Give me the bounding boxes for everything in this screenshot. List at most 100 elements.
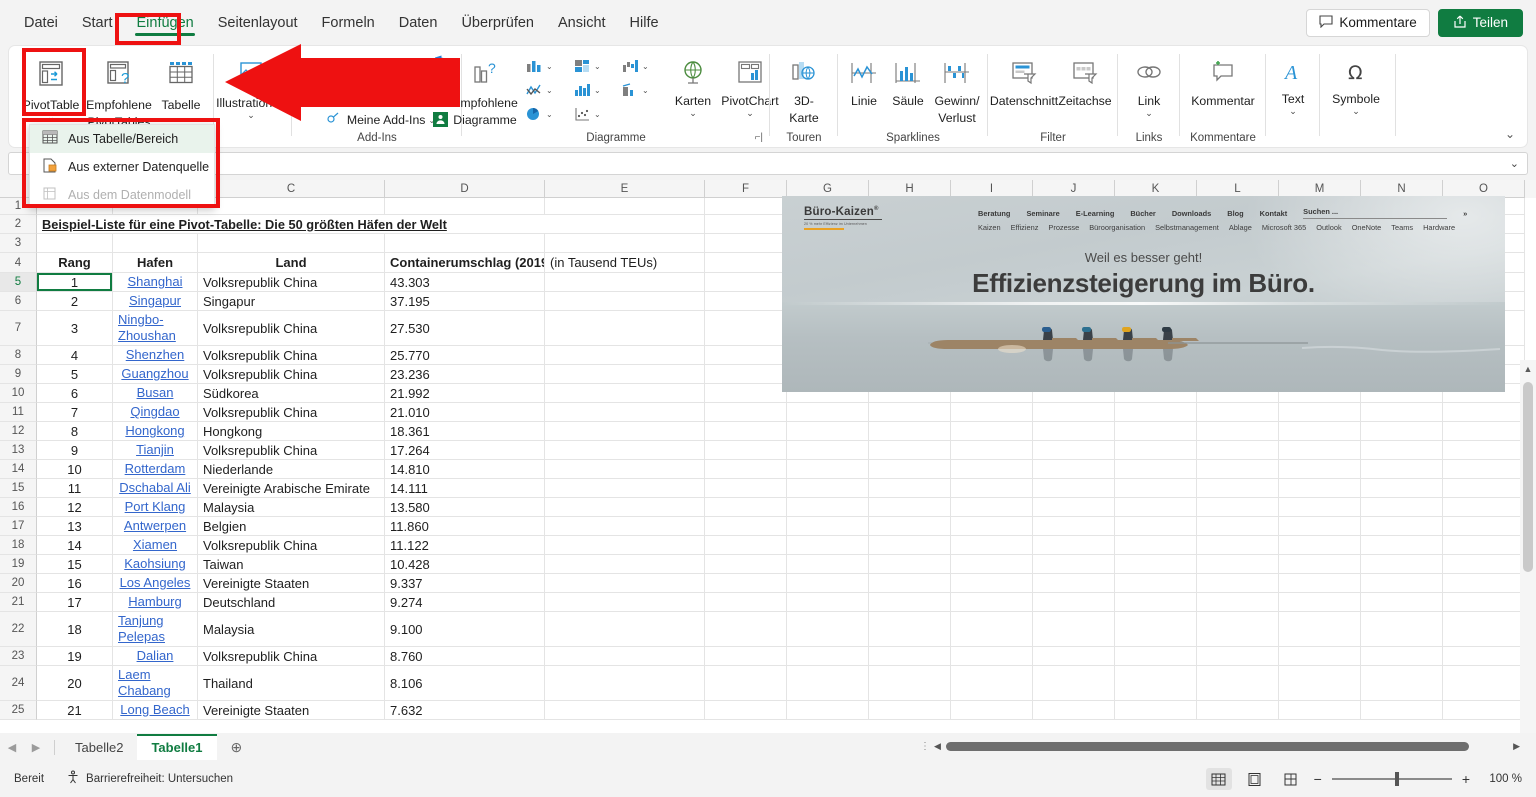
cell-o[interactable] (1443, 612, 1525, 647)
tab-seitenlayout[interactable]: Seitenlayout (207, 10, 309, 36)
cell-hafen[interactable]: Ningbo-Zhoushan (113, 311, 198, 346)
cell-g[interactable] (787, 498, 869, 517)
cell-n[interactable] (1361, 574, 1443, 593)
chevron-down-icon[interactable]: ⌄ (1352, 107, 1360, 116)
cell-rang[interactable]: 7 (37, 403, 113, 422)
cell-land[interactable]: Volksrepublik China (198, 647, 385, 666)
banner-search-input[interactable]: Suchen ... (1303, 207, 1448, 219)
cell-n[interactable] (1361, 403, 1443, 422)
hscroll-left-icon[interactable]: ◀ (934, 741, 941, 752)
nav-buecher[interactable]: Bücher (1130, 209, 1155, 218)
header-cell-containerumschlag[interactable]: Containerumschlag (2019) (385, 253, 545, 273)
cell-l[interactable] (1197, 701, 1279, 720)
cell-e[interactable] (545, 460, 705, 479)
nav2-onenote[interactable]: OneNote (1352, 223, 1382, 232)
gewinn-verlust-button[interactable]: Gewinn/ Verlust (930, 52, 984, 125)
cell-f[interactable] (705, 253, 787, 273)
row-header[interactable]: 5 (0, 273, 37, 292)
cell-umschlag[interactable]: 14.111 (385, 479, 545, 498)
cell-h[interactable] (869, 517, 951, 536)
cell-i[interactable] (951, 517, 1033, 536)
column-chart-button[interactable]: ⌄ (525, 54, 573, 78)
cell-i[interactable] (951, 666, 1033, 701)
cell-rang[interactable]: 12 (37, 498, 113, 517)
cell-hafen[interactable]: Los Angeles (113, 574, 198, 593)
cell-k[interactable] (1115, 422, 1197, 441)
cell-h[interactable] (869, 460, 951, 479)
cell-land[interactable]: Volksrepublik China (198, 273, 385, 292)
row-header[interactable]: 14 (0, 460, 37, 479)
cell-f[interactable] (705, 517, 787, 536)
cell-hafen[interactable]: Kaohsiung (113, 555, 198, 574)
cell-umschlag[interactable]: 23.236 (385, 365, 545, 384)
cell-land[interactable]: Volksrepublik China (198, 536, 385, 555)
chevron-down-icon[interactable]: ⌄ (546, 110, 553, 119)
cell-g[interactable] (787, 593, 869, 612)
scatter-chart-button[interactable]: ⌄ (573, 102, 621, 126)
combo-chart-button[interactable]: ⌄ (621, 78, 669, 102)
nav-blog[interactable]: Blog (1227, 209, 1243, 218)
datenschnitt-button[interactable]: Datenschnitt (990, 52, 1058, 108)
nav2-selbstmanagement[interactable]: Selbstmanagement (1155, 223, 1219, 232)
cell-k[interactable] (1115, 460, 1197, 479)
cell-e[interactable] (545, 422, 705, 441)
cell-land[interactable]: Deutschland (198, 593, 385, 612)
nav-beratung[interactable]: Beratung (978, 209, 1010, 218)
cell-f[interactable] (705, 460, 787, 479)
cell-o[interactable] (1443, 498, 1525, 517)
cell-h[interactable] (869, 647, 951, 666)
cell-m[interactable] (1279, 479, 1361, 498)
cell-j[interactable] (1033, 460, 1115, 479)
cell-g[interactable] (787, 666, 869, 701)
cell-o[interactable] (1443, 460, 1525, 479)
cell-f[interactable] (705, 612, 787, 647)
cell-f[interactable] (705, 647, 787, 666)
cell-k[interactable] (1115, 403, 1197, 422)
cell-i[interactable] (951, 574, 1033, 593)
chevron-down-icon[interactable]: ⌄ (689, 109, 697, 118)
tabelle-button[interactable]: Tabelle (156, 52, 206, 112)
cell-f[interactable] (705, 292, 787, 311)
cell-hafen[interactable]: Xiamen (113, 536, 198, 555)
cell-k[interactable] (1115, 593, 1197, 612)
cell-n[interactable] (1361, 441, 1443, 460)
cell-j[interactable] (1033, 574, 1115, 593)
cell-e[interactable] (545, 536, 705, 555)
row-header[interactable]: 16 (0, 498, 37, 517)
cell-land[interactable]: Niederlande (198, 460, 385, 479)
cell-g[interactable] (787, 574, 869, 593)
cell-rang[interactable]: 18 (37, 612, 113, 647)
cell-rang[interactable]: 9 (37, 441, 113, 460)
zoom-slider[interactable] (1331, 772, 1452, 786)
cell-l[interactable] (1197, 536, 1279, 555)
cell-i[interactable] (951, 498, 1033, 517)
cell-h[interactable] (869, 593, 951, 612)
cell-e[interactable] (545, 365, 705, 384)
tab-start[interactable]: Start (71, 10, 124, 36)
cell-h[interactable] (869, 422, 951, 441)
cell-i[interactable] (951, 441, 1033, 460)
cell-umschlag[interactable]: 8.760 (385, 647, 545, 666)
cell-l[interactable] (1197, 555, 1279, 574)
cell-i[interactable] (951, 555, 1033, 574)
meine-addins-button[interactable]: Meine Add-Ins ⌄ (327, 108, 435, 132)
cell-n[interactable] (1361, 647, 1443, 666)
cell-j[interactable] (1033, 701, 1115, 720)
nav2-kaizen[interactable]: Kaizen (978, 223, 1001, 232)
sheet-tab-tabelle2[interactable]: Tabelle2 (61, 737, 137, 758)
cell-f[interactable] (705, 365, 787, 384)
nav-elearning[interactable]: E-Learning (1076, 209, 1115, 218)
cell-umschlag[interactable]: 13.580 (385, 498, 545, 517)
cell-k[interactable] (1115, 574, 1197, 593)
cell-n[interactable] (1361, 612, 1443, 647)
cell-o[interactable] (1443, 593, 1525, 612)
dialog-launcher-icon[interactable]: ⌐| (755, 132, 763, 143)
cell-o[interactable] (1443, 536, 1525, 555)
normal-view-icon[interactable] (1205, 768, 1232, 790)
cell-hafen[interactable]: Dschabal Ali (113, 479, 198, 498)
cell-o[interactable] (1443, 441, 1525, 460)
cell-h[interactable] (869, 701, 951, 720)
cell-hafen[interactable]: Tanjung Pelepas (113, 612, 198, 647)
cell-l[interactable] (1197, 441, 1279, 460)
cell-g[interactable] (787, 555, 869, 574)
